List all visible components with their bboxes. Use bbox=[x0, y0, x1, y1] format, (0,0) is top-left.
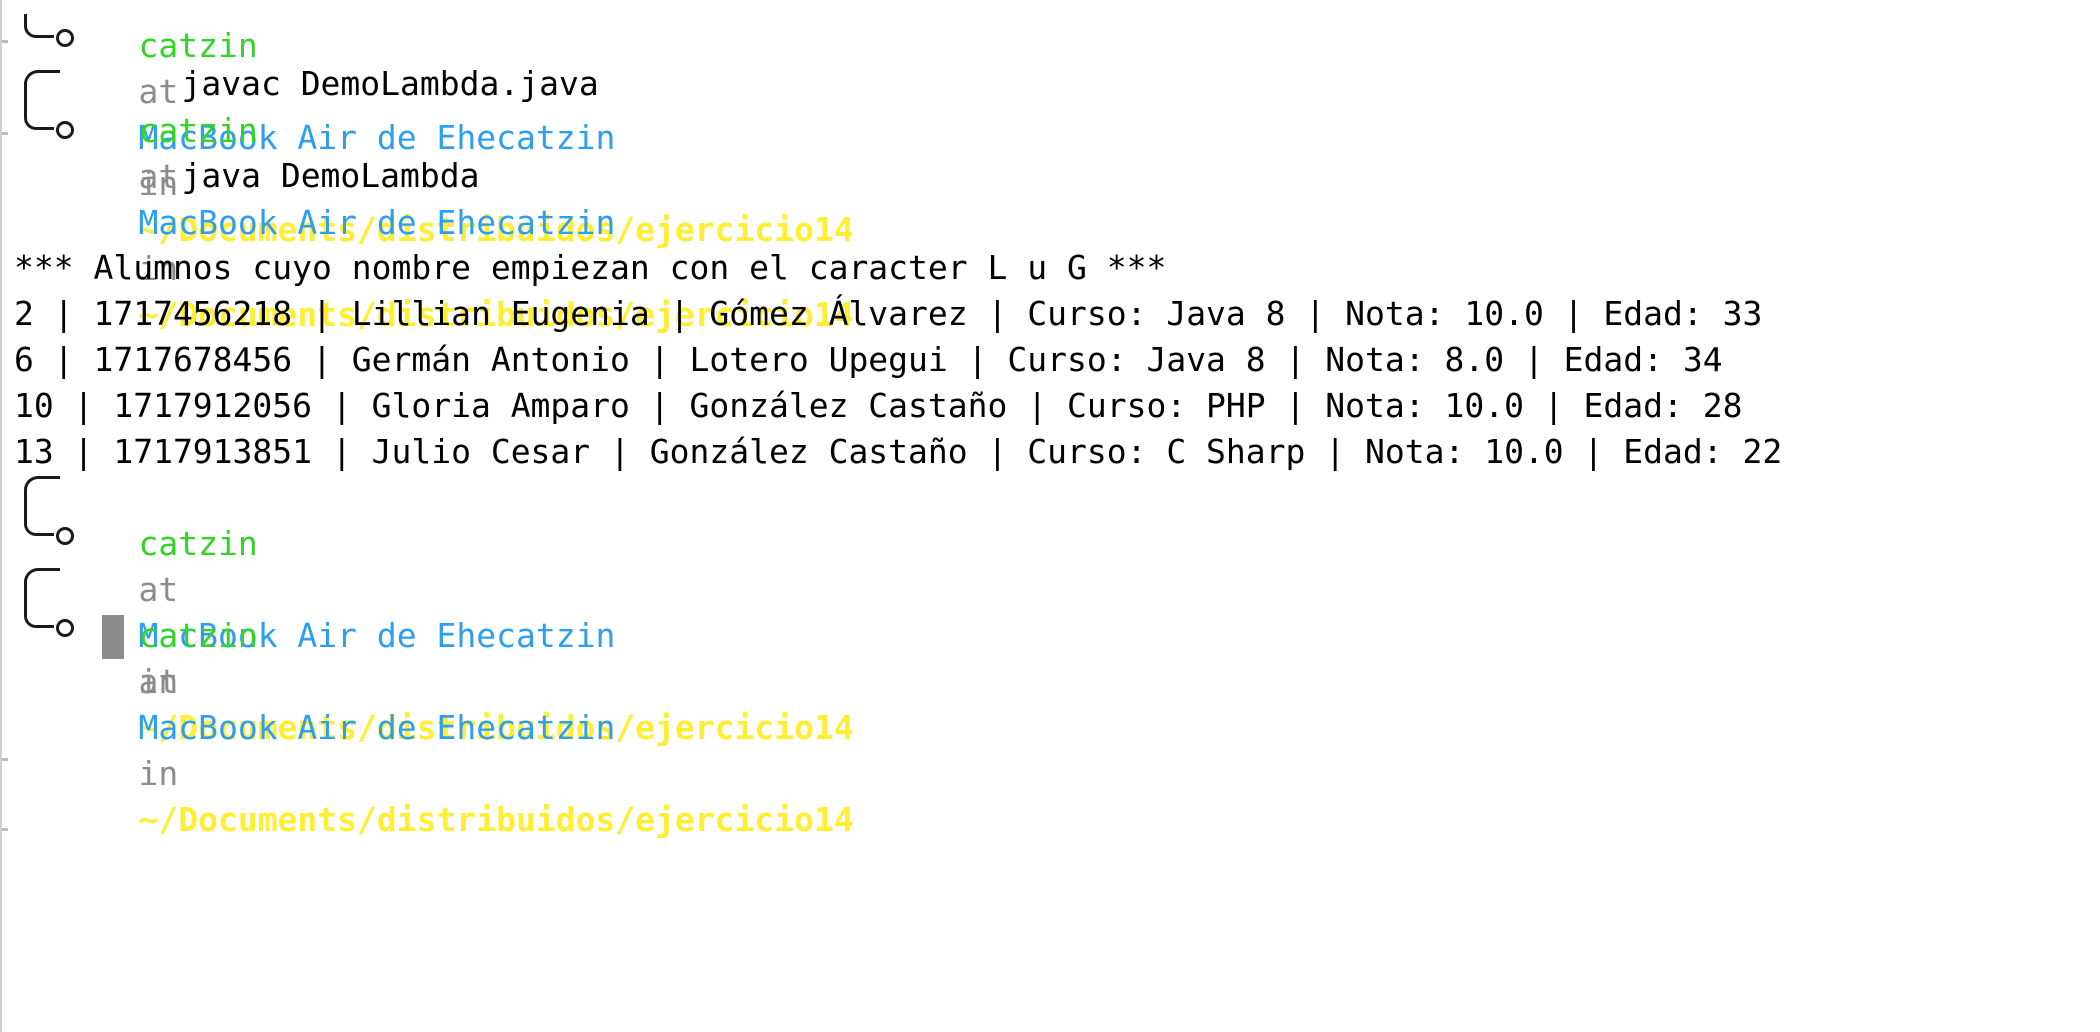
output-row: 6 | 1717678456 | Germán Antonio | Lotero… bbox=[14, 340, 1723, 379]
prompt-line: catzin at MacBook Air de Ehecatzin in ~/… bbox=[2, 62, 853, 334]
output-row: 13 | 1717913851 | Julio Cesar | González… bbox=[14, 432, 1783, 471]
command-text: java DemoLambda bbox=[181, 156, 480, 195]
scroll-tick bbox=[2, 828, 8, 831]
terminal-window[interactable]: catzin at MacBook Air de Ehecatzin in ~/… bbox=[0, 0, 2100, 1032]
output-row: 10 | 1717912056 | Gloria Amparo | Gonzál… bbox=[14, 386, 1743, 425]
prompt-path: ~/Documents/distribuidos/ejercicio14 bbox=[138, 800, 854, 839]
text-cursor[interactable] bbox=[102, 615, 124, 659]
prompt-in: in bbox=[138, 754, 179, 793]
prompt-dot-icon bbox=[56, 619, 74, 637]
prompt-branch-icon bbox=[24, 604, 54, 628]
prompt-host: MacBook Air de Ehecatzin bbox=[138, 203, 616, 242]
command-line: javac DemoLambda.java bbox=[2, 15, 598, 103]
scroll-tick bbox=[2, 758, 8, 761]
prompt-host: MacBook Air de Ehecatzin bbox=[138, 708, 616, 747]
output-header: *** Alumnos cuyo nombre empiezan con el … bbox=[14, 248, 1167, 287]
prompt-line: catzin at MacBook Air de Ehecatzin in ~/… bbox=[2, 475, 853, 747]
output-row: 2 | 1717456218 | Lillian Eugenia | Gómez… bbox=[14, 294, 1763, 333]
prompt-user: catzin bbox=[138, 524, 258, 563]
prompt-user: catzin bbox=[138, 616, 258, 655]
prompt-at: at bbox=[138, 662, 179, 701]
prompt-dot-icon bbox=[56, 527, 74, 545]
prompt-line: catzin at MacBook Air de Ehecatzin in ~/… bbox=[2, 567, 853, 839]
command-line: java DemoLambda bbox=[2, 107, 479, 195]
prompt-branch-icon bbox=[24, 512, 54, 536]
